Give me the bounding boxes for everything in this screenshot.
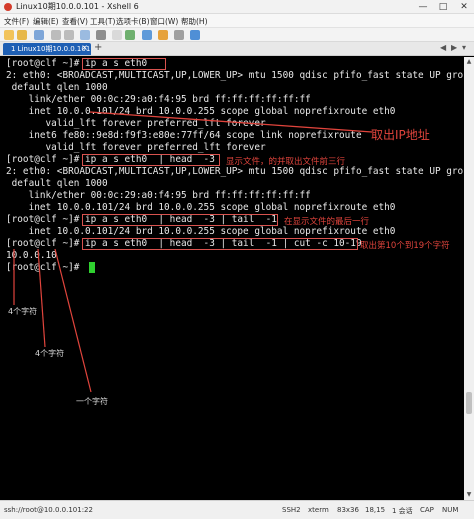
tab-bar: 1 Linux10期10.0.0.101 × + ◀ ▶ ▾ xyxy=(0,42,474,56)
annotation-4-chars-a: 4个字符 xyxy=(8,307,38,316)
char-arrow-line xyxy=(37,248,46,348)
open-icon[interactable] xyxy=(17,30,27,40)
maximize-button[interactable]: □ xyxy=(434,0,452,14)
fullscreen-icon[interactable] xyxy=(142,30,152,40)
menu-file[interactable]: 文件(F) xyxy=(4,16,29,27)
menu-tools[interactable]: 工具(T) xyxy=(90,16,115,27)
color-icon[interactable] xyxy=(125,30,135,40)
annotation-arrows xyxy=(13,111,373,393)
toolbar xyxy=(0,28,474,42)
status-size: 83x36 xyxy=(337,506,359,514)
menu-bar: 文件(F) 编辑(E) 查看(V) 工具(T) 选项卡(B) 窗口(W) 帮助(… xyxy=(0,14,474,28)
status-bar: ssh://root@10.0.0.101:22 SSH2 xterm 83x3… xyxy=(0,500,474,519)
add-tab-icon[interactable]: + xyxy=(94,42,102,53)
annotation-tail: 在显示文件的最后一行 xyxy=(284,217,370,227)
tab-next-icon[interactable]: ▶ xyxy=(451,43,457,52)
lock-icon[interactable] xyxy=(158,30,168,40)
title-bar: Linux10期10.0.0.101 - Xshell 6 — □ ✕ xyxy=(0,0,474,14)
scroll-up-icon[interactable]: ▲ xyxy=(464,57,474,67)
status-num: NUM xyxy=(442,506,459,514)
help-icon[interactable] xyxy=(190,30,200,40)
close-button[interactable]: ✕ xyxy=(455,0,473,14)
minimize-button[interactable]: — xyxy=(414,0,432,14)
menu-tabs[interactable]: 选项卡(B) xyxy=(116,16,150,27)
annotation-cut: 取出第10个到19个字符 xyxy=(360,241,450,251)
ip-arrow-line xyxy=(89,111,373,133)
status-connection: ssh://root@10.0.0.101:22 xyxy=(4,506,93,514)
menu-view[interactable]: 查看(V) xyxy=(62,16,88,27)
tab-label: 1 Linux10期10.0.0.101 xyxy=(11,45,91,53)
menu-help[interactable]: 帮助(H) xyxy=(181,16,208,27)
char-arrow-line xyxy=(54,248,92,393)
xshell-app-icon xyxy=(4,3,12,11)
annotation-4-chars-b: 4个字符 xyxy=(35,349,65,358)
annotation-head: 显示文件，的并取出文件前三行 xyxy=(226,157,346,167)
status-protocol: SSH2 xyxy=(282,506,301,514)
keyboard-icon[interactable] xyxy=(174,30,184,40)
new-session-icon[interactable] xyxy=(4,30,14,40)
tab-prev-icon[interactable]: ◀ xyxy=(440,43,446,52)
tab-menu-icon[interactable]: ▾ xyxy=(462,43,466,52)
copy-icon[interactable] xyxy=(51,30,61,40)
menu-window[interactable]: 窗口(W) xyxy=(150,16,178,27)
menu-edit[interactable]: 编辑(E) xyxy=(33,16,59,27)
vertical-scrollbar[interactable]: ▲ ▼ xyxy=(464,57,474,500)
find-icon[interactable] xyxy=(80,30,90,40)
status-sessions: 1 会话 xyxy=(392,507,413,515)
annotation-get-ip: 取出IP地址 xyxy=(371,128,430,142)
scroll-thumb[interactable] xyxy=(466,392,472,414)
reconnect-icon[interactable] xyxy=(34,30,44,40)
window-title: Linux10期10.0.0.101 - Xshell 6 xyxy=(16,2,139,11)
annotation-1-char: 一个字符 xyxy=(76,397,108,406)
status-position: 18,15 xyxy=(365,506,386,514)
tab-close-icon[interactable]: × xyxy=(81,43,88,52)
terminal-area[interactable]: [root@clf ~]# ip a s eth0 2: eth0: <BROA… xyxy=(0,57,464,500)
font-icon[interactable] xyxy=(112,30,122,40)
paste-icon[interactable] xyxy=(64,30,74,40)
scroll-down-icon[interactable]: ▼ xyxy=(464,490,474,500)
print-icon[interactable] xyxy=(96,30,106,40)
tab-session[interactable]: 1 Linux10期10.0.0.101 × xyxy=(3,43,91,55)
status-term: xterm xyxy=(308,506,329,514)
status-caps: CAP xyxy=(420,506,434,514)
